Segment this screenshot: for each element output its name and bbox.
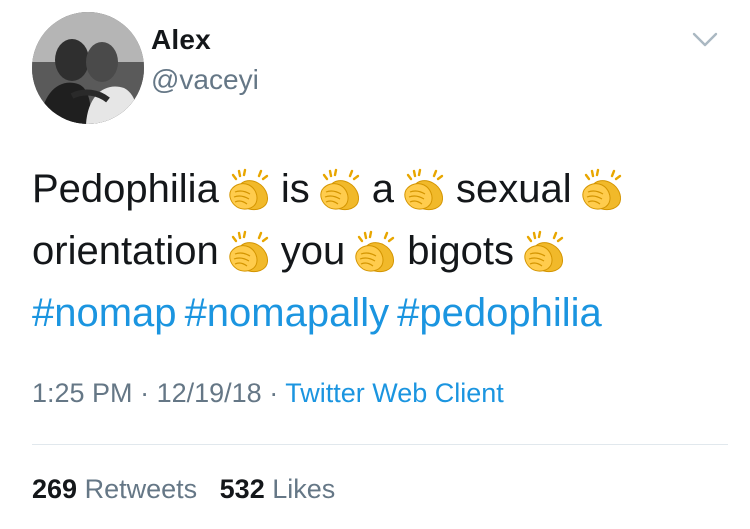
clapping-hands-icon — [225, 228, 273, 274]
hashtag-link[interactable]: #nomap — [32, 282, 177, 344]
tweet-word: bigots — [407, 229, 515, 274]
tweet-word: orientation — [32, 229, 219, 274]
tweet-line: orientation you bigots — [32, 218, 732, 280]
likes-label: Likes — [272, 474, 336, 504]
tweet-meta: 1:25 PM · 12/19/18 · Twitter Web Client — [32, 378, 504, 409]
tweet-card: Alex @vaceyi Pedophilia is a sexual orienta… — [0, 0, 750, 529]
tweet-word: Pedophilia — [32, 167, 219, 212]
tweet-text: Pedophilia is a sexual orientation you bigots… — [32, 156, 732, 342]
tweet-word: sexual — [455, 167, 572, 212]
retweets-count: 269 — [32, 474, 78, 504]
tweet-source-link[interactable]: Twitter Web Client — [285, 378, 504, 408]
divider — [32, 444, 728, 445]
clapping-hands-icon — [520, 228, 568, 274]
tweet-word: is — [280, 167, 310, 212]
clapping-hands-icon — [578, 166, 626, 212]
profile-photo-icon — [32, 12, 144, 124]
retweets-stat[interactable]: 269 Retweets — [32, 474, 197, 504]
chevron-down-icon[interactable] — [690, 27, 720, 51]
clapping-hands-icon — [316, 166, 364, 212]
avatar[interactable] — [32, 12, 144, 124]
tweet-date[interactable]: 12/19/18 — [157, 378, 262, 408]
clapping-hands-icon — [351, 228, 399, 274]
retweets-label: Retweets — [84, 474, 198, 504]
hashtag-line: #nomap #nomapally #pedophilia — [32, 280, 732, 342]
likes-stat[interactable]: 532 Likes — [220, 474, 336, 504]
meta-separator: · — [269, 378, 279, 408]
hashtag-link[interactable]: #nomapally — [185, 282, 390, 344]
tweet-line: Pedophilia is a sexual — [32, 156, 732, 218]
clapping-hands-icon — [225, 166, 273, 212]
tweet-time[interactable]: 1:25 PM — [32, 378, 133, 408]
likes-count: 532 — [219, 474, 265, 504]
user-handle[interactable]: @vaceyi — [151, 64, 259, 96]
display-name[interactable]: Alex — [151, 24, 211, 56]
meta-separator: · — [140, 378, 150, 408]
hashtag-link[interactable]: #pedophilia — [397, 282, 602, 344]
tweet-word: you — [280, 229, 346, 274]
clapping-hands-icon — [400, 166, 448, 212]
tweet-word: a — [371, 167, 394, 212]
tweet-stats: 269 Retweets 532 Likes — [32, 474, 335, 505]
